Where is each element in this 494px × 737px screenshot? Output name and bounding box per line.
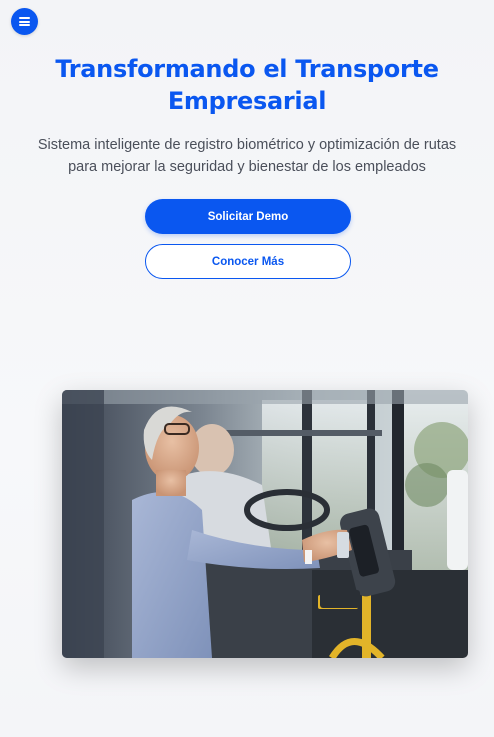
bus-boarding-photo <box>62 390 468 658</box>
hero-title: Transformando el Transporte Empresarial <box>55 55 439 115</box>
request-demo-button[interactable]: Solicitar Demo <box>145 199 351 234</box>
hero-subtitle: Sistema inteligente de registro biométri… <box>37 137 457 175</box>
hero-image <box>62 390 468 658</box>
learn-more-button[interactable]: Conocer Más <box>145 244 351 279</box>
menu-button[interactable] <box>11 8 38 35</box>
hamburger-menu-icon <box>19 17 30 26</box>
